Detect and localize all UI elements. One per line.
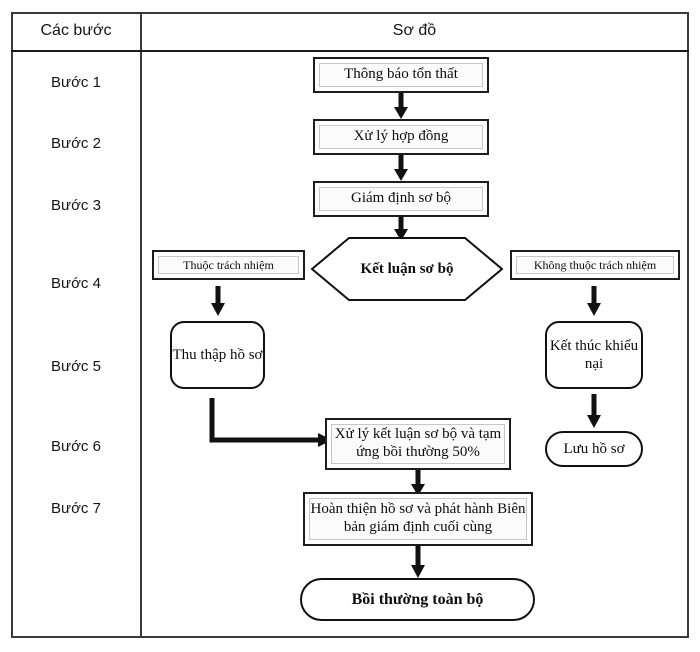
- arrow-endclaim-to-archive: [585, 394, 603, 428]
- step-label-6: Bước 6: [51, 438, 101, 455]
- arrow-collect-to-advance: [208, 398, 338, 448]
- arrow-notify-to-contract: [392, 93, 410, 119]
- step-label-5: Bước 5: [51, 358, 101, 375]
- arrow-finalize-to-compensation: [409, 546, 427, 578]
- node-branch-not-liable: Không thuộc trách nhiệm: [510, 250, 680, 280]
- node-collect-documents: Thu thập hồ sơ: [170, 321, 265, 389]
- step-label-1: Bước 1: [51, 74, 101, 91]
- node-full-compensation-label: Bồi thường toàn bộ: [351, 590, 484, 608]
- step-label-4: Bước 4: [51, 275, 101, 292]
- node-preliminary-survey: Giám định sơ bộ: [313, 181, 489, 217]
- arrow-liable-down: [209, 286, 227, 316]
- node-process-advance-label: Xử lý kết luận sơ bộ và tạm ứng bồi thườ…: [331, 424, 505, 464]
- node-finalize-report-label: Hoàn thiện hồ sơ và phát hành Biên bản g…: [309, 498, 527, 540]
- step-label-3: Bước 3: [51, 197, 101, 214]
- flowchart-page: Các bước Sơ đồ Bước 1 Bước 2 Bước 3 Bước…: [0, 0, 700, 652]
- node-process-contract: Xử lý hợp đồng: [313, 119, 489, 155]
- node-branch-liable: Thuộc trách nhiệm: [152, 250, 305, 280]
- arrow-not-liable-down: [585, 286, 603, 316]
- node-end-claim-label: Kết thúc khiếu nại: [549, 338, 639, 372]
- step-label-2: Bước 2: [51, 135, 101, 152]
- node-preliminary-survey-label: Giám định sơ bộ: [319, 187, 483, 211]
- node-end-claim: Kết thúc khiếu nại: [545, 321, 643, 389]
- column-divider: [140, 12, 142, 638]
- node-collect-documents-label: Thu thập hồ sơ: [172, 347, 263, 363]
- node-finalize-report: Hoàn thiện hồ sơ và phát hành Biên bản g…: [303, 492, 533, 546]
- node-archive-file-label: Lưu hồ sơ: [563, 441, 625, 457]
- node-notify-loss: Thông báo tổn thất: [313, 57, 489, 93]
- node-archive-file: Lưu hồ sơ: [545, 431, 643, 467]
- node-process-contract-label: Xử lý hợp đồng: [319, 125, 483, 149]
- node-process-advance: Xử lý kết luận sơ bộ và tạm ứng bồi thườ…: [325, 418, 511, 470]
- node-branch-not-liable-label: Không thuộc trách nhiệm: [516, 256, 674, 274]
- header-diagram: Sơ đồ: [392, 22, 437, 39]
- arrow-contract-to-survey: [392, 155, 410, 181]
- header-divider: [11, 50, 689, 52]
- node-decision: Kết luận sơ bộ: [311, 237, 503, 301]
- node-decision-label: Kết luận sơ bộ: [360, 261, 454, 277]
- node-notify-loss-label: Thông báo tổn thất: [319, 63, 483, 87]
- node-full-compensation: Bồi thường toàn bộ: [300, 578, 535, 621]
- node-branch-liable-label: Thuộc trách nhiệm: [158, 256, 299, 274]
- step-label-7: Bước 7: [51, 500, 101, 517]
- header-steps: Các bước: [40, 22, 112, 39]
